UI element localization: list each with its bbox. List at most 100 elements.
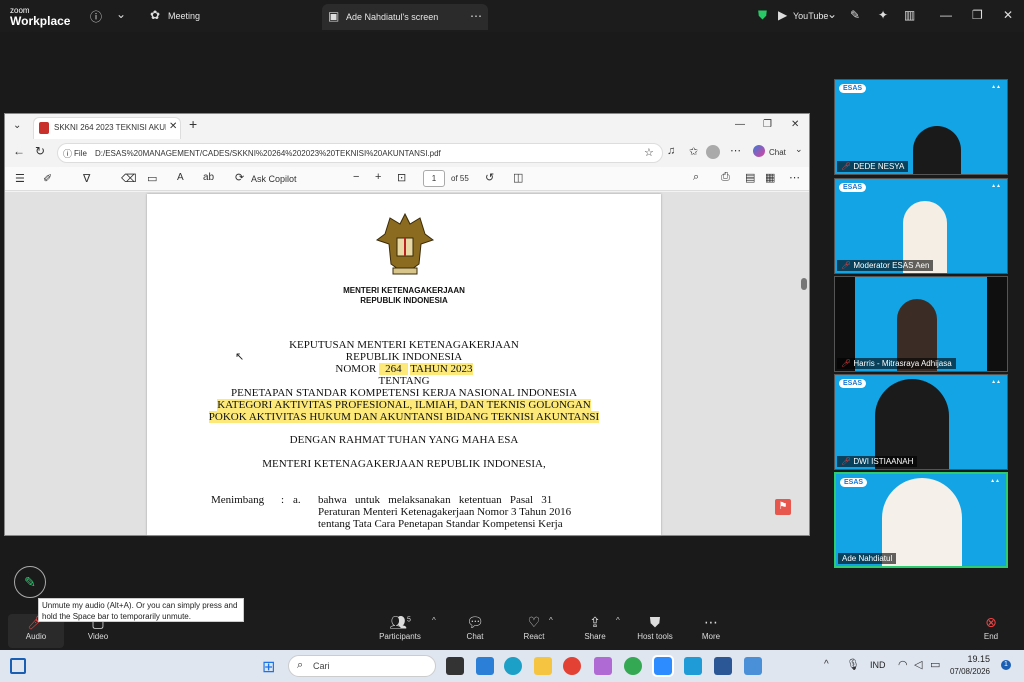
participant-tile[interactable]: ESAS ▲▲ 🎤︎ DWI ISTIAANAH xyxy=(834,374,1008,470)
media-player-icon[interactable] xyxy=(684,657,702,675)
clock-time[interactable]: 19.15 xyxy=(946,654,990,664)
acrobat-icon[interactable]: ⚑ xyxy=(775,499,791,515)
annotate-icon[interactable]: ✎ xyxy=(850,8,860,22)
translate-icon[interactable]: ab xyxy=(203,172,214,183)
chevron-down-icon[interactable]: ⌄ xyxy=(795,144,803,155)
info-icon[interactable]: ⓘ xyxy=(90,8,102,25)
edge-icon[interactable] xyxy=(504,657,522,675)
host-tools-button[interactable]: ⛊ Host tools xyxy=(634,614,676,641)
clock-date[interactable]: 07/08/2026 xyxy=(946,667,990,676)
page-view-icon[interactable]: ◫ xyxy=(513,171,523,184)
task-view-icon[interactable] xyxy=(446,657,464,675)
view-icon[interactable]: ▭ xyxy=(147,172,157,185)
erase-icon[interactable]: ⌫ xyxy=(121,172,137,185)
save-icon[interactable]: ▤ xyxy=(745,171,755,184)
close-tab-icon[interactable]: ✕ xyxy=(169,121,177,132)
more-icon[interactable]: ⋯ xyxy=(789,171,800,184)
address-bar[interactable]: ⓘ File D:/ESAS%20MANAGEMENT/CADES/SKKNI%… xyxy=(57,143,663,163)
start-windows-icon[interactable]: ⊞ xyxy=(262,657,275,677)
shield-icon[interactable]: ⛊ xyxy=(758,8,767,23)
search-icon[interactable]: ⌕ xyxy=(693,171,699,184)
sparkle-icon[interactable]: ✦ xyxy=(878,8,888,22)
widgets-icon[interactable] xyxy=(10,658,26,674)
read-aloud-icon[interactable]: A xyxy=(177,172,184,183)
react-button[interactable]: ♡ React xyxy=(518,614,550,641)
youtube-label[interactable]: YouTube xyxy=(793,11,828,21)
battery-icon[interactable]: ▭ xyxy=(930,658,940,671)
store-icon[interactable] xyxy=(476,657,494,675)
highlight-icon[interactable]: ✐ xyxy=(43,172,52,185)
participants-button[interactable]: 👥︎5 Participants xyxy=(374,614,426,641)
page-number-input[interactable]: 1 xyxy=(423,170,445,187)
snipping-icon[interactable] xyxy=(594,657,612,675)
new-tab-icon[interactable]: + xyxy=(189,116,197,132)
tab-list-icon[interactable]: ⌄ xyxy=(13,120,21,131)
url-text[interactable]: D:/ESAS%20MANAGEMENT/CADES/SKKNI%20264%2… xyxy=(95,149,635,158)
draw-icon[interactable]: ∇ xyxy=(83,172,90,185)
chrome-profile-icon[interactable] xyxy=(624,657,642,675)
save-as-icon[interactable]: ▦ xyxy=(765,171,775,184)
site-info-icon[interactable]: ⓘ xyxy=(63,147,72,160)
chevron-down-icon[interactable]: ⌄ xyxy=(116,7,126,21)
participant-tile-active-speaker[interactable]: ESAS ▲▲ Ade Nahdiatul xyxy=(834,472,1008,568)
restore-icon[interactable]: ❐ xyxy=(763,119,772,130)
chevron-up-icon[interactable]: ^ xyxy=(432,616,436,625)
back-icon[interactable]: ← xyxy=(13,144,25,158)
annotate-pencil-icon[interactable]: ✎ xyxy=(14,566,46,598)
notification-badge[interactable]: 1 xyxy=(1001,660,1011,670)
minimize-icon[interactable]: — xyxy=(940,8,952,22)
language-indicator[interactable]: IND xyxy=(870,660,886,670)
share-button[interactable]: ⇪ Share xyxy=(580,614,610,641)
favorite-star-icon[interactable]: ☆ xyxy=(644,146,654,159)
screen-share-tab[interactable]: ▣ Ade Nahdiatul's screen ⋯ xyxy=(322,4,488,30)
fit-page-icon[interactable]: ⊡ xyxy=(397,171,406,184)
close-icon[interactable]: ✕ xyxy=(791,119,799,130)
ask-copilot-button[interactable]: Ask Copilot xyxy=(251,174,297,184)
end-button[interactable]: ⊗ End xyxy=(980,614,1002,641)
chevron-up-icon[interactable]: ^ xyxy=(824,659,829,670)
zoom-app-icon[interactable] xyxy=(652,655,674,677)
wifi-icon[interactable]: ◠ xyxy=(898,658,908,671)
chat-button[interactable]: 💬︎ Chat xyxy=(460,614,490,641)
contents-icon[interactable]: ☰ xyxy=(15,172,25,185)
pdf-viewer[interactable]: MENTERI KETENAGAKERJAAN REPUBLIK INDONES… xyxy=(5,192,809,535)
file-label: File xyxy=(74,149,87,158)
browser-tab[interactable]: SKKNI 264 2023 TEKNISI AKUNTAN ✕ xyxy=(33,117,181,139)
zoom-in-icon[interactable]: + xyxy=(375,171,381,183)
zoom-out-icon[interactable]: − xyxy=(353,171,359,183)
volume-icon[interactable]: ◁ xyxy=(914,658,922,671)
rotate-icon[interactable]: ↺ xyxy=(485,171,494,184)
word-icon[interactable] xyxy=(714,657,732,675)
participant-tile[interactable]: ESAS ▲▲ 🎤︎ DEDE NESYA xyxy=(834,79,1008,175)
participant-tile[interactable]: 🎤︎ Harris - Mitrasraya Adhijasa xyxy=(834,276,1008,372)
scrollbar-thumb[interactable] xyxy=(801,278,807,290)
layout-icon[interactable]: ▥ xyxy=(904,8,915,22)
taskbar-search[interactable]: ⌕ Cari xyxy=(288,655,436,677)
restore-icon[interactable]: ❐ xyxy=(972,8,983,22)
copilot-small-icon[interactable]: ⟳ xyxy=(235,171,244,184)
considering-label: Menimbang xyxy=(211,494,265,506)
paint-icon[interactable] xyxy=(744,657,762,675)
file-explorer-icon[interactable] xyxy=(534,657,552,675)
chevron-down-icon[interactable]: ⌄ xyxy=(827,7,837,21)
chevron-up-icon[interactable]: ^ xyxy=(616,616,620,625)
scrollbar[interactable] xyxy=(801,272,807,612)
settings-more-icon[interactable]: ⋯ xyxy=(730,144,741,157)
chrome-icon[interactable] xyxy=(563,657,581,675)
more-options-icon[interactable]: ⋯ xyxy=(470,9,482,23)
read-aloud-icon[interactable]: ♫ xyxy=(667,145,675,157)
copilot-icon[interactable] xyxy=(753,145,765,157)
profile-avatar[interactable] xyxy=(706,145,720,159)
meeting-tab[interactable]: Meeting xyxy=(168,11,200,21)
close-icon[interactable]: ✕ xyxy=(1003,8,1013,22)
microphone-icon[interactable]: 🎙︎ xyxy=(846,658,860,671)
participant-tile[interactable]: ESAS ▲▲ 🎤︎ Moderator ESAS Aen xyxy=(834,178,1008,274)
chat-label[interactable]: Chat xyxy=(769,148,786,157)
corner-logo: ▲▲ xyxy=(991,379,1001,385)
more-button[interactable]: ⋯ More xyxy=(698,614,724,641)
favorites-icon[interactable]: ✩ xyxy=(689,145,698,158)
chevron-up-icon[interactable]: ^ xyxy=(549,616,553,625)
refresh-icon[interactable]: ↻ xyxy=(35,144,45,158)
print-icon[interactable]: ⎙ xyxy=(721,171,730,184)
minimize-icon[interactable]: — xyxy=(735,119,745,130)
